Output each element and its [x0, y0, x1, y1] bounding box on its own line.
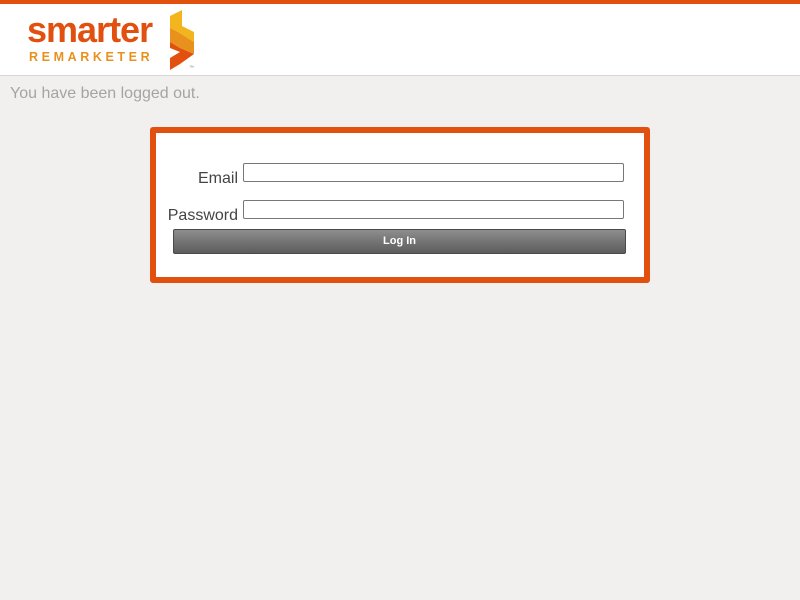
login-button[interactable]: Log In: [173, 229, 626, 254]
trademark-symbol: ™: [189, 65, 194, 71]
email-field[interactable]: [243, 163, 624, 182]
password-field[interactable]: [243, 200, 624, 219]
password-label: Password: [167, 207, 238, 224]
brand-logo[interactable]: smarter REMARKETER ™: [27, 10, 202, 72]
brand-subtitle: REMARKETER: [29, 50, 154, 64]
email-label: Email: [197, 170, 238, 187]
login-form: Email Password Log In: [150, 127, 650, 283]
header: smarter REMARKETER ™: [0, 4, 800, 76]
brand-name: smarter: [27, 9, 153, 50]
logout-message: You have been logged out.: [10, 85, 200, 102]
s-bolt-icon: [170, 10, 194, 70]
